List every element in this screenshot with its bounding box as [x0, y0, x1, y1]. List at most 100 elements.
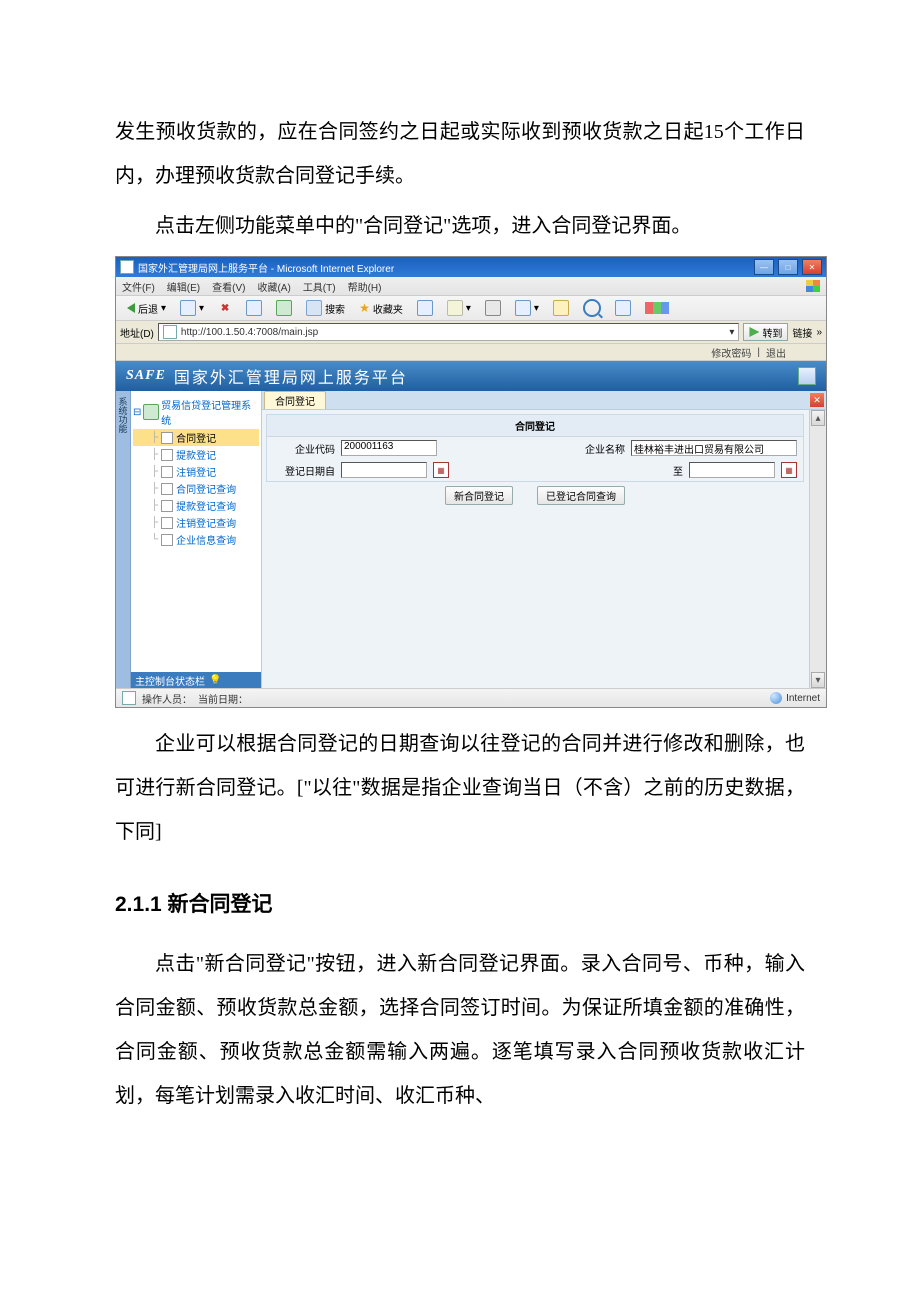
- links-chevron-icon[interactable]: »: [816, 327, 822, 338]
- edit-toolbar-button[interactable]: ▾: [510, 299, 544, 317]
- links-label[interactable]: 链接: [792, 325, 812, 340]
- home-button[interactable]: [271, 299, 297, 317]
- folder-button[interactable]: [548, 299, 574, 317]
- register-date-from-label: 登记日期自: [273, 463, 335, 478]
- print-button[interactable]: [480, 299, 506, 317]
- menu-help[interactable]: 帮助(H): [348, 279, 382, 294]
- address-bar: 地址(D) http://100.1.50.4:7008/main.jsp ▾ …: [116, 321, 826, 344]
- menu-file[interactable]: 文件(F): [122, 279, 155, 294]
- tree-item-contract-register[interactable]: ├合同登记: [133, 429, 259, 446]
- tree-root[interactable]: ⊟ 贸易信贷登记管理系统: [133, 395, 259, 429]
- address-input[interactable]: http://100.1.50.4:7008/main.jsp ▾: [158, 323, 740, 341]
- forward-button[interactable]: ▾: [175, 299, 209, 317]
- tree-item-label: 提款登记: [176, 447, 216, 462]
- section-heading: 2.1.1 新合同登记: [115, 888, 805, 918]
- tree-item-enterprise-query[interactable]: └企业信息查询: [133, 531, 259, 548]
- page-icon: [122, 691, 136, 705]
- search-icon: [306, 300, 322, 316]
- history-button[interactable]: [412, 299, 438, 317]
- calendar-icon[interactable]: ▦: [781, 462, 797, 478]
- address-dropdown-icon[interactable]: ▾: [729, 327, 734, 338]
- generic-icon: [615, 300, 631, 316]
- doc-paragraph: 点击左侧功能菜单中的"合同登记"选项，进入合同登记界面。: [115, 204, 805, 248]
- status-bar: 操作人员： 当前日期： Internet: [116, 688, 826, 707]
- sidebar-toggle[interactable]: 系统功能: [116, 391, 131, 688]
- refresh-icon: [246, 300, 262, 316]
- tree-item-drawdown-query[interactable]: ├提款登记查询: [133, 497, 259, 514]
- star-icon: ★: [359, 301, 370, 315]
- enterprise-name-value: 桂林裕丰进出口贸易有限公司: [631, 440, 797, 456]
- stop-button[interactable]: ✖: [213, 299, 237, 317]
- menu-edit[interactable]: 编辑(E): [167, 279, 200, 294]
- extra-button-2[interactable]: [640, 299, 674, 317]
- favorites-label: 收藏夹: [373, 301, 403, 316]
- button-row: 新合同登记 已登记合同查询: [266, 486, 804, 505]
- mail-icon: [447, 300, 463, 316]
- maximize-button[interactable]: □: [778, 259, 798, 275]
- new-contract-button[interactable]: 新合同登记: [445, 486, 513, 505]
- back-button[interactable]: 后退 ▾: [122, 299, 171, 317]
- system-icon: [143, 404, 159, 420]
- go-button[interactable]: 转到: [743, 323, 788, 341]
- doc-icon: [161, 500, 173, 512]
- form-title: 合同登记: [266, 414, 804, 437]
- menu-view[interactable]: 查看(V): [212, 279, 245, 294]
- tree-item-contract-query[interactable]: ├合同登记查询: [133, 480, 259, 497]
- search-button[interactable]: 搜索: [301, 299, 350, 317]
- back-label: 后退: [138, 301, 158, 316]
- window-titlebar: 国家外汇管理局网上服务平台 - Microsoft Internet Explo…: [116, 257, 826, 277]
- zoom-button[interactable]: [578, 299, 606, 317]
- tab-close-button[interactable]: ✕: [810, 393, 824, 407]
- tree-item-label: 合同登记查询: [176, 481, 236, 496]
- safe-logo: SAFE: [126, 368, 166, 384]
- menu-favorites[interactable]: 收藏(A): [257, 279, 290, 294]
- tree-item-cancel-register[interactable]: ├注销登记: [133, 463, 259, 480]
- banner-close-icon[interactable]: [798, 367, 816, 385]
- doc-paragraph: 点击"新合同登记"按钮，进入新合同登记界面。录入合同号、币种，输入合同金额、预收…: [115, 942, 805, 1118]
- change-password-link[interactable]: 修改密码: [711, 345, 751, 360]
- tree-item-label: 企业信息查询: [176, 532, 236, 547]
- doc-icon: [161, 432, 173, 444]
- date-from-input[interactable]: [341, 462, 427, 478]
- top-link-bar: 修改密码 | 退出: [116, 344, 826, 361]
- tree-item-label: 合同登记: [176, 430, 216, 445]
- page-icon: [163, 325, 177, 339]
- doc-paragraph: 发生预收货款的，应在合同签约之日起或实际收到预收货款之日起15个工作日内，办理预…: [115, 110, 805, 198]
- scroll-up-icon[interactable]: ▴: [811, 410, 825, 426]
- go-arrow-icon: [749, 327, 759, 337]
- doc-icon: [161, 449, 173, 461]
- bulb-icon: 💡: [209, 675, 221, 686]
- vertical-scrollbar[interactable]: ▴ ▾: [809, 410, 826, 688]
- minimize-button[interactable]: —: [754, 259, 774, 275]
- search-label: 搜索: [325, 301, 345, 316]
- tree-item-label: 注销登记: [176, 464, 216, 479]
- mail-button[interactable]: ▾: [442, 299, 476, 317]
- tab-contract-register[interactable]: 合同登记: [264, 391, 326, 409]
- doc-icon: [161, 483, 173, 495]
- banner-title: 国家外汇管理局网上服务平台: [174, 364, 408, 388]
- close-button[interactable]: ✕: [802, 259, 822, 275]
- sidebar-status-text: 主控制台状态栏: [135, 673, 205, 688]
- date-to-input[interactable]: [689, 462, 775, 478]
- home-icon: [276, 300, 292, 316]
- back-arrow-icon: [127, 303, 135, 313]
- logout-link[interactable]: 退出: [766, 345, 786, 360]
- scroll-down-icon[interactable]: ▾: [811, 672, 825, 688]
- query-registered-button[interactable]: 已登记合同查询: [537, 486, 625, 505]
- magnifier-icon: [583, 299, 601, 317]
- menu-tools[interactable]: 工具(T): [303, 279, 336, 294]
- extra-button-1[interactable]: [610, 299, 636, 317]
- favorites-button[interactable]: ★收藏夹: [354, 299, 408, 317]
- content-inner: 合同登记 企业代码 200001163 企业名称 桂林裕丰进出口贸易有限公司 登…: [262, 410, 826, 688]
- tab-strip: 合同登记 ✕: [262, 391, 826, 410]
- collapse-icon[interactable]: ⊟: [133, 407, 141, 418]
- globe-icon: [770, 692, 782, 704]
- app-banner: SAFE 国家外汇管理局网上服务平台: [116, 361, 826, 391]
- calendar-icon[interactable]: ▦: [433, 462, 449, 478]
- tree-item-cancel-query[interactable]: ├注销登记查询: [133, 514, 259, 531]
- edit-icon: [515, 300, 531, 316]
- refresh-button[interactable]: [241, 299, 267, 317]
- tree-item-drawdown-register[interactable]: ├提款登记: [133, 446, 259, 463]
- status-date-label: 当前日期：: [198, 691, 248, 706]
- sidebar: ⊟ 贸易信贷登记管理系统 ├合同登记 ├提款登记 ├注销登记 ├合同登记查询 ├…: [131, 391, 262, 688]
